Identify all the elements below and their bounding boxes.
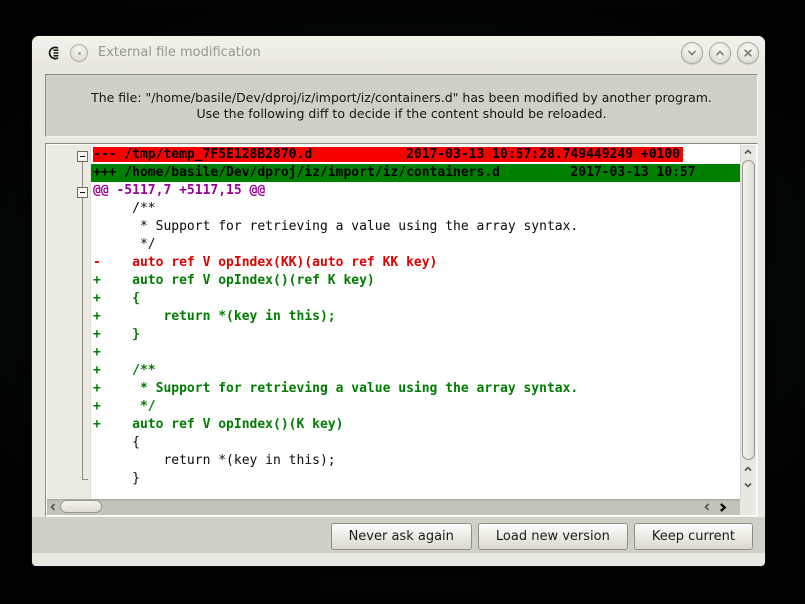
- fold-tree-line: [82, 162, 83, 480]
- diff-line: + */: [91, 398, 742, 416]
- message-panel: The file: "/home/basile/Dev/dproj/iz/imp…: [45, 74, 758, 137]
- maximize-button[interactable]: [709, 42, 731, 64]
- button-row: Never ask again Load new version Keep cu…: [331, 523, 753, 550]
- diff-line: +++ /home/basile/Dev/dproj/iz/import/iz/…: [91, 164, 742, 182]
- v-scrollbar[interactable]: [740, 145, 756, 500]
- diff-line: +: [91, 344, 742, 362]
- diff-line: + auto ref V opIndex()(K key): [91, 416, 742, 434]
- keep-current-button[interactable]: Keep current: [634, 523, 753, 550]
- diff-line: + /**: [91, 362, 742, 380]
- chevron-up-icon: [714, 47, 726, 59]
- fold-gutter: [47, 145, 91, 500]
- diff-line: + {: [91, 290, 742, 308]
- dialog-window: External file modification The file: "/h…: [32, 36, 765, 566]
- fold-collapse-icon[interactable]: [77, 187, 88, 198]
- diff-line: /**: [91, 200, 742, 218]
- scroll-left-icon[interactable]: [46, 500, 60, 514]
- button-strip: Never ask again Load new version Keep cu…: [32, 517, 765, 553]
- scroll-left-secondary-icon[interactable]: [700, 500, 714, 514]
- load-new-version-button[interactable]: Load new version: [478, 523, 628, 550]
- shade-button[interactable]: [681, 42, 703, 64]
- diff-line: }: [91, 470, 742, 488]
- app-icon[interactable]: [45, 44, 63, 62]
- window-controls: [681, 42, 759, 64]
- close-icon: [742, 47, 754, 59]
- h-scrollbar[interactable]: [47, 499, 742, 515]
- scroll-up-secondary-icon[interactable]: [741, 462, 755, 476]
- diff-panel: --- /tmp/temp_7F5E128B2870.d 2017-03-13 …: [45, 143, 758, 517]
- scroll-right-icon[interactable]: [715, 500, 729, 514]
- diff-line: + return *(key in this);: [91, 308, 742, 326]
- chevron-down-icon: [686, 47, 698, 59]
- diff-code[interactable]: --- /tmp/temp_7F5E128B2870.d 2017-03-13 …: [91, 145, 742, 500]
- diff-line: @@ -5117,7 +5117,15 @@: [91, 182, 742, 200]
- diff-line: + }: [91, 326, 742, 344]
- diff-line: + auto ref V opIndex()(ref K key): [91, 272, 742, 290]
- h-scrollbar-thumb[interactable]: [60, 500, 102, 513]
- close-button[interactable]: [737, 42, 759, 64]
- message-line-1: The file: "/home/basile/Dev/dproj/iz/imp…: [91, 90, 712, 105]
- desktop-background: External file modification The file: "/h…: [0, 0, 805, 604]
- scroll-up-icon[interactable]: [741, 145, 755, 159]
- diff-line: * Support for retrieving a value using t…: [91, 218, 742, 236]
- diff-line: --- /tmp/temp_7F5E128B2870.d 2017-03-13 …: [91, 146, 742, 164]
- scroll-down-icon[interactable]: [741, 478, 755, 492]
- never-ask-again-button[interactable]: Never ask again: [331, 523, 472, 550]
- diff-line: {: [91, 434, 742, 452]
- v-scrollbar-thumb[interactable]: [742, 160, 755, 460]
- diff-line: */: [91, 236, 742, 254]
- diff-line: + * Support for retrieving a value using…: [91, 380, 742, 398]
- diff-line: - auto ref V opIndex(KK)(auto ref KK key…: [91, 254, 742, 272]
- window-title: External file modification: [98, 36, 261, 70]
- diff-line: return *(key in this);: [91, 452, 742, 470]
- message-line-2: Use the following diff to decide if the …: [196, 106, 606, 121]
- fold-collapse-icon[interactable]: [77, 151, 88, 162]
- titlebar[interactable]: External file modification: [32, 36, 765, 70]
- fold-tree-end: [82, 479, 88, 480]
- scrollbar-corner: [740, 499, 756, 515]
- window-menu-button[interactable]: [70, 44, 88, 62]
